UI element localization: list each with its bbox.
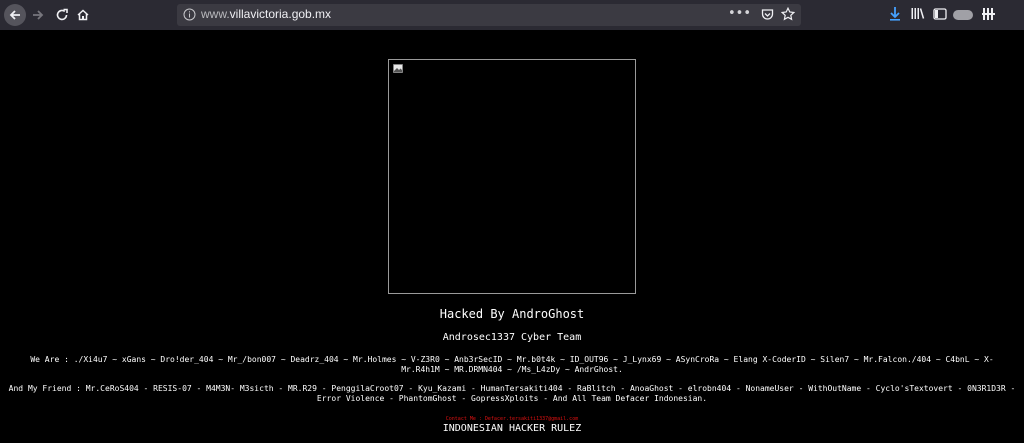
- forward-icon: [33, 10, 44, 20]
- star-icon[interactable]: [781, 7, 795, 21]
- url-host: villavictoria.gob.mx: [229, 7, 332, 21]
- reload-button[interactable]: [51, 4, 73, 26]
- team-name: Androsec1337 Cyber Team: [442, 332, 582, 343]
- menu-icon[interactable]: [982, 6, 996, 22]
- members-list: We Are : ./Xi4u7 ~ xGans ~ Dro!der_404 ~…: [30, 355, 994, 374]
- reload-icon: [56, 8, 68, 21]
- sidebar-icon[interactable]: [933, 6, 947, 22]
- footer-slogan: INDONESIAN HACKER RULEZ: [442, 423, 582, 434]
- page-title: Hacked By AndroGhost: [439, 307, 585, 321]
- contact-email[interactable]: Contact Me : Defacer.tersakiti1337@gmail…: [0, 416, 1024, 422]
- broken-image-icon: [393, 64, 403, 73]
- url-bar[interactable]: www.villavictoria.gob.mx •••: [177, 4, 801, 26]
- info-icon[interactable]: [183, 8, 196, 21]
- forward-button[interactable]: [27, 4, 49, 26]
- toggle-icon[interactable]: [953, 10, 973, 20]
- home-icon: [77, 9, 89, 21]
- home-button[interactable]: [72, 4, 94, 26]
- library-icon[interactable]: [910, 6, 926, 22]
- url-text: www.villavictoria.gob.mx: [201, 7, 331, 21]
- pocket-icon[interactable]: [761, 8, 774, 21]
- back-button[interactable]: [4, 4, 26, 26]
- friends-list: And My Friend : Mr.CeRoS404 - RESIS-07 -…: [8, 384, 1016, 403]
- url-prefix: www.: [201, 7, 230, 21]
- page-actions-button[interactable]: •••: [728, 6, 751, 21]
- back-icon: [9, 10, 20, 20]
- broken-image-frame: [388, 59, 636, 294]
- browser-toolbar: www.villavictoria.gob.mx •••: [0, 0, 1024, 30]
- download-icon[interactable]: [888, 6, 902, 22]
